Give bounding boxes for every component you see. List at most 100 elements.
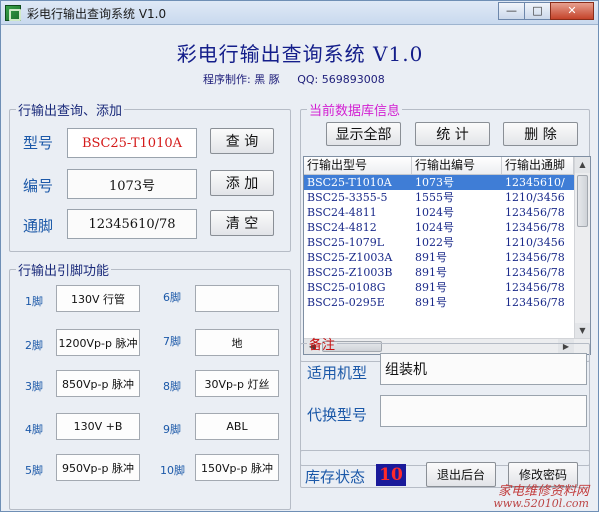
delete-button[interactable]: 删 除 — [503, 122, 578, 146]
maximize-button[interactable]: □ — [524, 2, 551, 20]
database-group-legend: 当前数据库信息 — [309, 104, 401, 119]
table-row[interactable]: BSC25-T1010A 1073号 12345610/ — [304, 175, 590, 190]
cell-pins: 123456/78 — [505, 251, 565, 264]
pin-10-field[interactable]: 150Vp-p 脉冲 — [195, 454, 279, 481]
cell-model: BSC25-Z1003B — [307, 266, 393, 279]
cell-pins: 123456/78 — [505, 281, 565, 294]
applicable-input[interactable]: 组装机 — [380, 353, 587, 385]
pin-6-label: 6脚 — [163, 291, 181, 304]
exit-backend-button[interactable]: 退出后台 — [426, 462, 496, 487]
query-button[interactable]: 查 询 — [210, 128, 274, 154]
pin-5-field[interactable]: 950Vp-p 脉冲 — [56, 454, 140, 481]
cell-pins: 1210/3456 — [505, 191, 565, 204]
minimize-button[interactable]: — — [498, 2, 525, 20]
pin-9-field[interactable]: ABL — [195, 413, 279, 440]
pin-6-field[interactable] — [195, 285, 279, 312]
column-header-model[interactable]: 行输出型号 — [304, 157, 412, 174]
code-input[interactable]: 1073号 — [67, 169, 197, 199]
table-row[interactable]: BSC25-Z1003A 891号 123456/78 — [304, 250, 590, 265]
app-window: 彩电行输出查询系统 V1.0 — □ ✕ 彩电行输出查询系统 V1.0 程序制作… — [0, 0, 599, 512]
pin-4-label: 4脚 — [25, 423, 43, 436]
cell-pins: 12345610/ — [502, 175, 574, 190]
pins-label: 通脚 — [23, 217, 54, 235]
cell-code: 1073号 — [412, 175, 502, 190]
model-input[interactable]: BSC25-T1010A — [67, 128, 197, 158]
cell-model: BSC25-T1010A — [304, 175, 412, 190]
author-text: 程序制作: 黑 豚 — [203, 73, 280, 86]
pins-input[interactable]: 12345610/78 — [67, 209, 197, 239]
credit-line: 程序制作: 黑 豚 QQ: 569893008 — [203, 71, 385, 87]
cell-code: 891号 — [415, 251, 447, 264]
table-body: BSC25-T1010A 1073号 12345610/BSC25-3355-5 15… — [304, 175, 590, 310]
title-bar[interactable]: 彩电行输出查询系统 V1.0 — □ ✕ — [1, 1, 598, 25]
records-table[interactable]: 行输出型号 行输出编号 行输出通脚 BSC25-T1010A 1073号 12345… — [303, 156, 591, 355]
app-icon — [5, 5, 21, 21]
pin-1-label: 1脚 — [25, 295, 43, 308]
window-title: 彩电行输出查询系统 V1.0 — [27, 7, 167, 21]
table-row[interactable]: BSC24-4811 1024号 123456/78 — [304, 205, 590, 220]
pin-8-field[interactable]: 30Vp-p 灯丝 — [195, 370, 279, 397]
table-row[interactable]: BSC25-3355-5 1555号 1210/3456 — [304, 190, 590, 205]
pin-7-field[interactable]: 地 — [195, 329, 279, 356]
table-row[interactable]: BSC25-1079L 1022号 1210/3456 — [304, 235, 590, 250]
cell-code: 1024号 — [415, 221, 454, 234]
pin-functions-legend: 行输出引脚功能 — [18, 264, 110, 279]
model-label: 型号 — [23, 134, 54, 152]
pin-1-field[interactable]: 130V 行管 — [56, 285, 140, 312]
table-row[interactable]: BSC25-0108G 891号 123456/78 — [304, 280, 590, 295]
cell-model: BSC25-Z1003A — [307, 251, 393, 264]
table-row[interactable]: BSC25-Z1003B 891号 123456/78 — [304, 265, 590, 280]
cell-model: BSC25-1079L — [307, 236, 385, 249]
cell-code: 891号 — [415, 296, 447, 309]
cell-model: BSC25-3355-5 — [307, 191, 388, 204]
add-button[interactable]: 添 加 — [210, 170, 274, 196]
substitute-label: 代换型号 — [307, 406, 368, 424]
stock-label: 库存状态 — [305, 468, 366, 486]
pin-7-label: 7脚 — [163, 335, 181, 348]
scroll-up-icon[interactable]: ▲ — [575, 157, 590, 173]
stock-value: 10 — [376, 464, 406, 486]
show-all-button[interactable]: 显示全部 — [326, 122, 401, 146]
table-row[interactable]: BSC25-0295E 891号 123456/78 — [304, 295, 590, 310]
cell-model: BSC25-0108G — [307, 281, 386, 294]
page-title: 彩电行输出查询系统 V1.0 — [176, 42, 424, 66]
pin-3-label: 3脚 — [25, 380, 43, 393]
cell-code: 1022号 — [415, 236, 454, 249]
query-group-legend: 行输出查询、添加 — [18, 104, 123, 119]
watermark: 家电维修资料网 www.52010l.com — [493, 485, 589, 510]
table-row[interactable]: BSC24-4812 1024号 123456/78 — [304, 220, 590, 235]
pin-2-label: 2脚 — [25, 339, 43, 352]
clear-button[interactable]: 清 空 — [210, 210, 274, 236]
stats-button[interactable]: 统 计 — [415, 122, 490, 146]
pin-5-label: 5脚 — [25, 464, 43, 477]
substitute-input[interactable] — [380, 395, 587, 427]
vertical-scroll-thumb[interactable] — [577, 175, 588, 227]
pin-9-label: 9脚 — [163, 423, 181, 436]
vertical-scrollbar[interactable]: ▲ ▼ — [574, 157, 590, 339]
cell-model: BSC24-4812 — [307, 221, 377, 234]
close-button[interactable]: ✕ — [550, 2, 594, 20]
pin-8-label: 8脚 — [163, 380, 181, 393]
cell-code: 891号 — [415, 266, 447, 279]
applicable-label: 适用机型 — [307, 364, 368, 382]
cell-code: 1555号 — [415, 191, 454, 204]
table-header: 行输出型号 行输出编号 行输出通脚 — [304, 157, 590, 175]
cell-pins: 1210/3456 — [505, 236, 565, 249]
pin-3-field[interactable]: 850Vp-p 脉冲 — [56, 370, 140, 397]
column-header-code[interactable]: 行输出编号 — [412, 157, 502, 174]
column-header-pins[interactable]: 行输出通脚 — [502, 157, 574, 174]
cell-pins: 123456/78 — [505, 266, 565, 279]
cell-code: 1024号 — [415, 206, 454, 219]
notes-group-legend: 备注 — [309, 338, 336, 353]
cell-pins: 123456/78 — [505, 221, 565, 234]
cell-model: BSC25-0295E — [307, 296, 385, 309]
pin-2-field[interactable]: 1200Vp-p 脉冲 — [56, 329, 140, 356]
watermark-site: www.52010l.com — [493, 497, 589, 510]
cell-pins: 123456/78 — [505, 296, 565, 309]
pin-4-field[interactable]: 130V +B — [56, 413, 140, 440]
qq-text: QQ: 569893008 — [297, 73, 385, 86]
cell-pins: 123456/78 — [505, 206, 565, 219]
main-panel: 彩电行输出查询系统 V1.0 程序制作: 黑 豚 QQ: 569893008 行… — [3, 26, 597, 510]
cell-code: 891号 — [415, 281, 447, 294]
window-controls: — □ ✕ — [498, 2, 594, 21]
